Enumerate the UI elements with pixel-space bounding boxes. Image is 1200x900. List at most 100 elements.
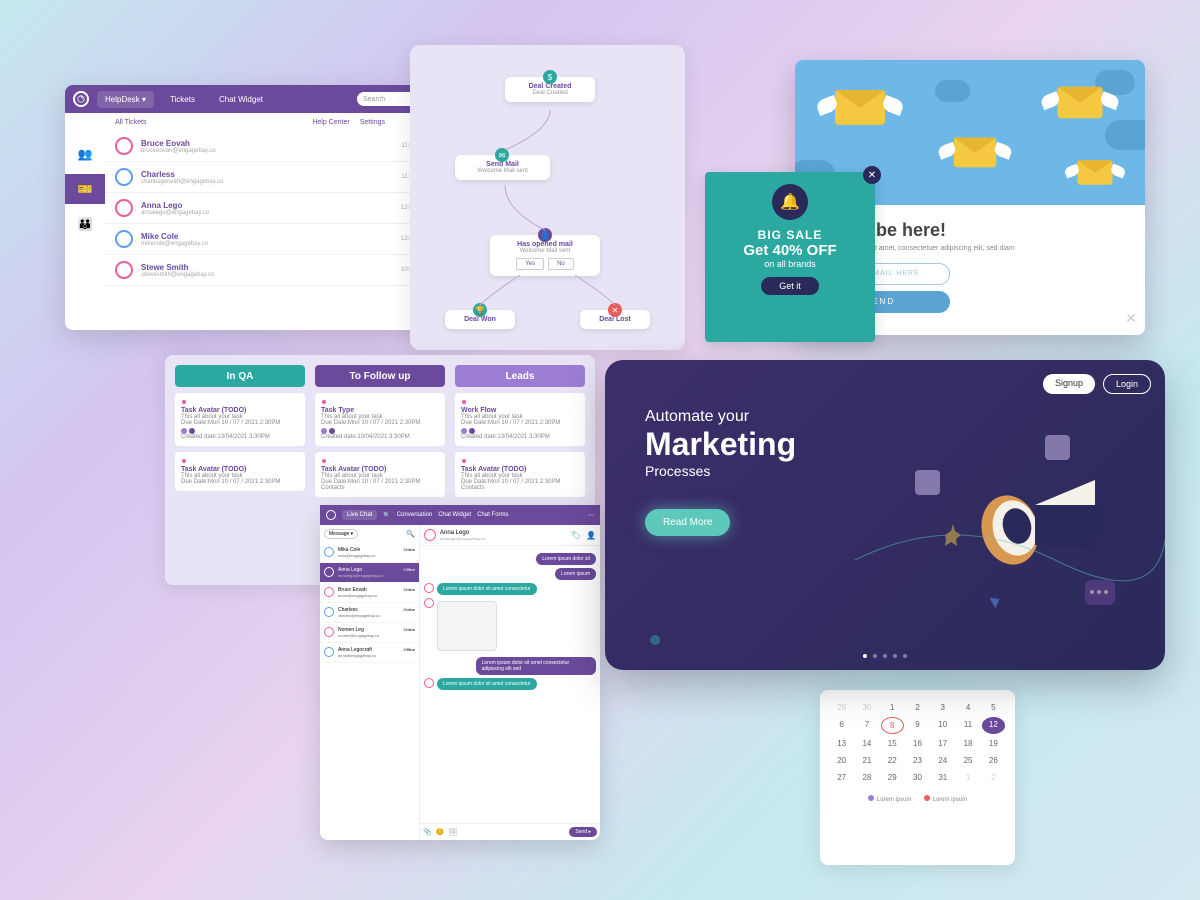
ticket-row[interactable]: Charlesscharlesgeovah@engagebay.co11:30A…: [105, 162, 435, 193]
kanban-card[interactable]: Task Avatar (TODO)This all about your ta…: [315, 452, 445, 497]
kanban-card[interactable]: Task Avatar (TODO)This all about your ta…: [455, 452, 585, 497]
calendar-day[interactable]: 30: [906, 770, 929, 785]
calendar-day[interactable]: 4: [956, 700, 979, 715]
calendar-day[interactable]: 1: [881, 700, 904, 715]
calendar-day[interactable]: 26: [982, 753, 1005, 768]
contact-row[interactable]: Bruce Eovahbruce@engagebay.coOnline: [320, 583, 419, 603]
calendar-day[interactable]: 17: [931, 736, 954, 751]
cross-icon: ✕: [608, 303, 622, 317]
contact-row[interactable]: Anna Legoannalego@engagebay.coOffline: [320, 563, 419, 583]
tag-icon[interactable]: 🏷: [571, 531, 581, 540]
calendar-day[interactable]: 20: [830, 753, 853, 768]
calendar-day[interactable]: 23: [906, 753, 929, 768]
sale-brands: on all brands: [705, 259, 875, 269]
ticket-row[interactable]: Stewe Smithstewesmith@engagebay.co10:00P…: [105, 255, 435, 286]
mail-icon: ✉: [495, 148, 509, 162]
kanban-card[interactable]: Work FlowThis all about your taskDue Dat…: [455, 393, 585, 446]
avatar: [115, 261, 133, 279]
contact-row[interactable]: Mika Colemika@engagebay.coOnline: [320, 543, 419, 563]
nav-chat-widget[interactable]: Chat Widget: [211, 91, 271, 108]
calendar-day[interactable]: 5: [982, 700, 1005, 715]
calendar-day[interactable]: 24: [931, 753, 954, 768]
nav-tickets[interactable]: Tickets: [162, 91, 203, 108]
group-icon[interactable]: 👪: [77, 216, 93, 232]
message-bubble: Lorem ipsum dolor sit: [536, 553, 596, 565]
contact-row[interactable]: Charlesscharles@engagebay.coOnline: [320, 603, 419, 623]
get-it-button[interactable]: Get it: [761, 277, 819, 295]
search-icon[interactable]: 🔍: [383, 512, 390, 519]
calendar-day[interactable]: 18: [956, 736, 979, 751]
image-icon[interactable]: 🖼: [448, 828, 457, 836]
calendar-day[interactable]: 2: [906, 700, 929, 715]
ticket-row[interactable]: Mike Colemikecole@engagebay.co12:00AM: [105, 224, 435, 255]
kanban-card[interactable]: Task Avatar (TODO)This all about your ta…: [175, 393, 305, 446]
calendar-day[interactable]: 28: [855, 770, 878, 785]
calendar-day[interactable]: 2: [982, 770, 1005, 785]
calendar-day[interactable]: 9: [906, 717, 929, 734]
attachment-preview[interactable]: [437, 601, 497, 651]
ticket-row[interactable]: Bruce Eovahbruceeovah@engagebay.co11:00A…: [105, 131, 435, 162]
signup-button[interactable]: Signup: [1043, 374, 1095, 394]
no-button[interactable]: No: [548, 258, 574, 270]
calendar-day[interactable]: 25: [956, 753, 979, 768]
nav-chat-widget[interactable]: Chat Widget: [438, 512, 471, 518]
calendar-grid[interactable]: 2930123456789101112131415161718192021222…: [830, 700, 1005, 785]
user-add-icon[interactable]: 👤: [586, 531, 596, 540]
calendar-day[interactable]: 22: [881, 753, 904, 768]
help-center-link[interactable]: Help Center: [312, 119, 349, 126]
read-more-button[interactable]: Read More: [645, 509, 730, 536]
ticket-row[interactable]: Anna Legoannalego@engagebay.co12:00AM: [105, 193, 435, 224]
nav-chat-forms[interactable]: Chat Forms: [477, 512, 508, 518]
sale-popup: ✕ 🔔 BIG SALE Get 40% OFF on all brands G…: [705, 172, 875, 342]
search-icon[interactable]: 🔍: [406, 530, 415, 538]
calendar-day[interactable]: 13: [830, 736, 853, 751]
calendar-day[interactable]: 31: [931, 770, 954, 785]
login-button[interactable]: Login: [1103, 374, 1151, 394]
attach-icon[interactable]: 📎: [423, 828, 432, 836]
column-header: Leads: [455, 365, 585, 387]
all-tickets-link[interactable]: All Tickets: [115, 119, 147, 126]
users-icon[interactable]: 👥: [77, 146, 93, 162]
calendar-day[interactable]: 10: [931, 717, 954, 734]
message-filter[interactable]: Message ▾: [324, 529, 358, 539]
flow-node-deal-created[interactable]: $ Deal CreatedDeal Created: [505, 77, 595, 102]
nav-conversation[interactable]: Conversation: [397, 512, 432, 518]
flow-node-opened-mail[interactable]: 👤 Has opened mailWelcome Mail sent YesNo: [490, 235, 600, 276]
contact-row[interactable]: Nomen Legnomen@engagebay.coOnline: [320, 623, 419, 643]
kanban-card[interactable]: Task TypeThis all about your taskDue Dat…: [315, 393, 445, 446]
close-icon[interactable]: ✕: [1125, 310, 1137, 327]
calendar-day[interactable]: 21: [855, 753, 878, 768]
calendar-day[interactable]: 30: [855, 700, 878, 715]
calendar-day[interactable]: 15: [881, 736, 904, 751]
nav-helpdesk[interactable]: HelpDesk ▾: [97, 91, 154, 108]
kanban-card[interactable]: Task Avatar (TODO)This all about your ta…: [175, 452, 305, 491]
settings-link[interactable]: Settings: [360, 119, 385, 126]
calendar-day[interactable]: 11: [956, 717, 979, 734]
calendar-day[interactable]: 6: [830, 717, 853, 734]
nav-livechat[interactable]: Live Chat: [342, 510, 377, 520]
carousel-dots[interactable]: [863, 654, 907, 658]
calendar-day[interactable]: 29: [830, 700, 853, 715]
calendar-day[interactable]: 14: [855, 736, 878, 751]
bell-icon: 🔔: [772, 184, 808, 220]
ticket-icon[interactable]: 🎫: [65, 174, 105, 204]
calendar-day[interactable]: 27: [830, 770, 853, 785]
send-button[interactable]: Send ▸: [569, 827, 597, 837]
calendar-day[interactable]: 1: [956, 770, 979, 785]
emoji-icon[interactable]: 😊: [436, 828, 445, 836]
calendar-day[interactable]: 12: [982, 717, 1005, 734]
calendar-day[interactable]: 19: [982, 736, 1005, 751]
calendar-day[interactable]: 29: [881, 770, 904, 785]
calendar-day[interactable]: 8: [881, 717, 904, 734]
yes-button[interactable]: Yes: [516, 258, 544, 270]
calendar-day[interactable]: 16: [906, 736, 929, 751]
calendar-day[interactable]: 7: [855, 717, 878, 734]
contact-row[interactable]: Anna Legocraftanna@engagebay.coOffline: [320, 643, 419, 663]
more-icon[interactable]: ⋯: [588, 512, 594, 519]
calendar-day[interactable]: 3: [931, 700, 954, 715]
flow-node-deal-lost[interactable]: ✕ Deal Lost: [580, 310, 650, 329]
flow-node-send-mail[interactable]: ✉ Send MailWelcome Mail sent: [455, 155, 550, 180]
flow-node-deal-won[interactable]: 🏆 Deal Won: [445, 310, 515, 329]
close-icon[interactable]: ✕: [863, 166, 881, 184]
helpdesk-subheader: All Tickets Help Center Settings: [65, 113, 435, 131]
